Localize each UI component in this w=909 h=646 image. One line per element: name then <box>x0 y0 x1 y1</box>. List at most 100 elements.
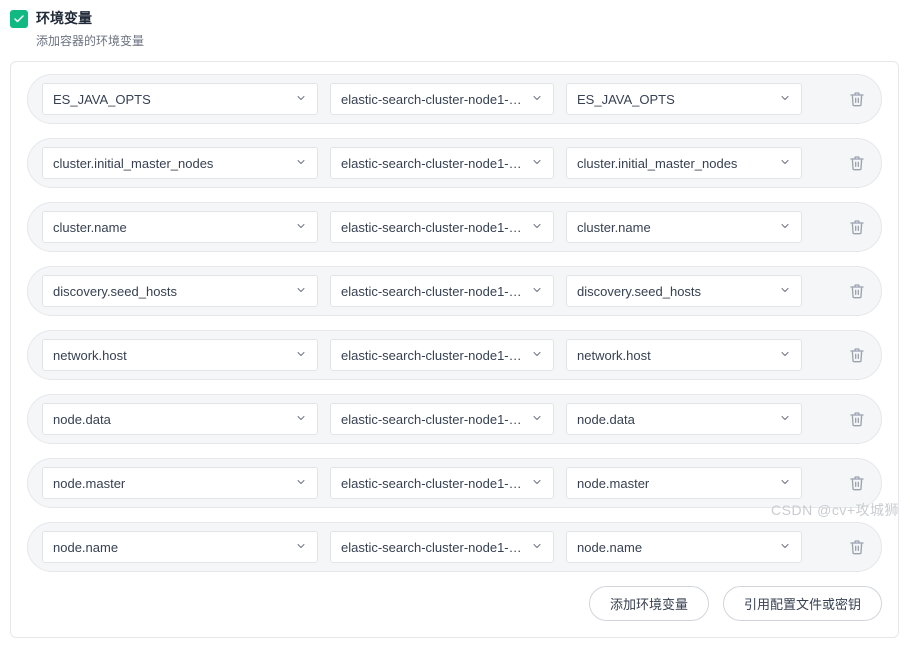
env-value-text: node.master <box>577 476 771 491</box>
env-value-select[interactable]: node.name <box>566 531 802 563</box>
env-value-select[interactable]: cluster.initial_master_nodes <box>566 147 802 179</box>
env-var-row: node.data elastic-search-cluster-node1-c… <box>27 394 882 444</box>
env-value-select[interactable]: node.data <box>566 403 802 435</box>
env-value-text: node.name <box>577 540 771 555</box>
env-key-text: cluster.name <box>53 220 287 235</box>
chevron-down-icon <box>531 284 543 299</box>
env-value-select[interactable]: discovery.seed_hosts <box>566 275 802 307</box>
chevron-down-icon <box>779 348 791 363</box>
chevron-down-icon <box>779 412 791 427</box>
trash-icon <box>849 91 865 107</box>
env-source-text: elastic-search-cluster-node1-conf(e <box>341 156 523 171</box>
add-env-var-button[interactable]: 添加环境变量 <box>589 586 709 621</box>
trash-icon <box>849 219 865 235</box>
ref-config-button[interactable]: 引用配置文件或密钥 <box>723 586 882 621</box>
env-key-select[interactable]: cluster.name <box>42 211 318 243</box>
env-value-select[interactable]: cluster.name <box>566 211 802 243</box>
env-var-row: node.name elastic-search-cluster-node1-c… <box>27 522 882 572</box>
env-var-row: discovery.seed_hosts elastic-search-clus… <box>27 266 882 316</box>
section-title: 环境变量 <box>36 8 144 28</box>
env-key-select[interactable]: cluster.initial_master_nodes <box>42 147 318 179</box>
chevron-down-icon <box>295 412 307 427</box>
env-source-select[interactable]: elastic-search-cluster-node1-conf(e <box>330 339 554 371</box>
trash-icon <box>849 475 865 491</box>
delete-row-button[interactable] <box>847 217 867 237</box>
delete-row-button[interactable] <box>847 281 867 301</box>
env-source-select[interactable]: elastic-search-cluster-node1-conf(e <box>330 403 554 435</box>
env-key-select[interactable]: ES_JAVA_OPTS <box>42 83 318 115</box>
env-var-row: node.master elastic-search-cluster-node1… <box>27 458 882 508</box>
env-source-select[interactable]: elastic-search-cluster-node1-conf(e <box>330 531 554 563</box>
env-key-select[interactable]: node.data <box>42 403 318 435</box>
chevron-down-icon <box>779 156 791 171</box>
env-key-text: node.name <box>53 540 287 555</box>
env-value-select[interactable]: node.master <box>566 467 802 499</box>
check-icon <box>13 13 25 25</box>
env-source-text: elastic-search-cluster-node1-conf(e <box>341 284 523 299</box>
env-key-select[interactable]: discovery.seed_hosts <box>42 275 318 307</box>
env-value-text: cluster.initial_master_nodes <box>577 156 771 171</box>
delete-row-button[interactable] <box>847 89 867 109</box>
env-key-text: cluster.initial_master_nodes <box>53 156 287 171</box>
chevron-down-icon <box>295 540 307 555</box>
env-key-text: ES_JAVA_OPTS <box>53 92 287 107</box>
chevron-down-icon <box>779 540 791 555</box>
delete-row-button[interactable] <box>847 345 867 365</box>
env-value-text: cluster.name <box>577 220 771 235</box>
chevron-down-icon <box>531 92 543 107</box>
env-key-select[interactable]: network.host <box>42 339 318 371</box>
chevron-down-icon <box>779 220 791 235</box>
section-checkbox[interactable] <box>10 10 28 28</box>
env-source-text: elastic-search-cluster-node1-conf(e <box>341 412 523 427</box>
env-vars-panel: ES_JAVA_OPTS elastic-search-cluster-node… <box>10 61 899 638</box>
delete-row-button[interactable] <box>847 473 867 493</box>
env-source-select[interactable]: elastic-search-cluster-node1-conf(e <box>330 467 554 499</box>
trash-icon <box>849 411 865 427</box>
env-key-text: discovery.seed_hosts <box>53 284 287 299</box>
env-source-text: elastic-search-cluster-node1-conf(e <box>341 348 523 363</box>
chevron-down-icon <box>531 348 543 363</box>
chevron-down-icon <box>295 284 307 299</box>
chevron-down-icon <box>531 540 543 555</box>
section-subtitle: 添加容器的环境变量 <box>36 32 144 49</box>
env-key-text: network.host <box>53 348 287 363</box>
env-source-select[interactable]: elastic-search-cluster-node1-conf(e <box>330 211 554 243</box>
trash-icon <box>849 155 865 171</box>
env-value-select[interactable]: network.host <box>566 339 802 371</box>
delete-row-button[interactable] <box>847 409 867 429</box>
env-value-text: ES_JAVA_OPTS <box>577 92 771 107</box>
env-key-select[interactable]: node.master <box>42 467 318 499</box>
chevron-down-icon <box>295 220 307 235</box>
env-source-select[interactable]: elastic-search-cluster-node1-conf(e <box>330 275 554 307</box>
chevron-down-icon <box>295 476 307 491</box>
panel-footer: 添加环境变量 引用配置文件或密钥 <box>27 586 882 621</box>
env-var-row: ES_JAVA_OPTS elastic-search-cluster-node… <box>27 74 882 124</box>
env-value-text: node.data <box>577 412 771 427</box>
env-value-select[interactable]: ES_JAVA_OPTS <box>566 83 802 115</box>
trash-icon <box>849 539 865 555</box>
chevron-down-icon <box>531 412 543 427</box>
env-source-select[interactable]: elastic-search-cluster-node1-conf(e <box>330 83 554 115</box>
chevron-down-icon <box>531 476 543 491</box>
env-key-select[interactable]: node.name <box>42 531 318 563</box>
env-var-row: cluster.name elastic-search-cluster-node… <box>27 202 882 252</box>
trash-icon <box>849 347 865 363</box>
section-header: 环境变量 添加容器的环境变量 <box>10 8 899 49</box>
env-source-select[interactable]: elastic-search-cluster-node1-conf(e <box>330 147 554 179</box>
chevron-down-icon <box>779 476 791 491</box>
env-source-text: elastic-search-cluster-node1-conf(e <box>341 92 523 107</box>
chevron-down-icon <box>295 348 307 363</box>
chevron-down-icon <box>779 284 791 299</box>
chevron-down-icon <box>295 156 307 171</box>
chevron-down-icon <box>531 156 543 171</box>
chevron-down-icon <box>531 220 543 235</box>
env-source-text: elastic-search-cluster-node1-conf(e <box>341 476 523 491</box>
env-key-text: node.data <box>53 412 287 427</box>
env-key-text: node.master <box>53 476 287 491</box>
env-source-text: elastic-search-cluster-node1-conf(e <box>341 540 523 555</box>
delete-row-button[interactable] <box>847 153 867 173</box>
env-value-text: discovery.seed_hosts <box>577 284 771 299</box>
env-value-text: network.host <box>577 348 771 363</box>
env-source-text: elastic-search-cluster-node1-conf(e <box>341 220 523 235</box>
delete-row-button[interactable] <box>847 537 867 557</box>
